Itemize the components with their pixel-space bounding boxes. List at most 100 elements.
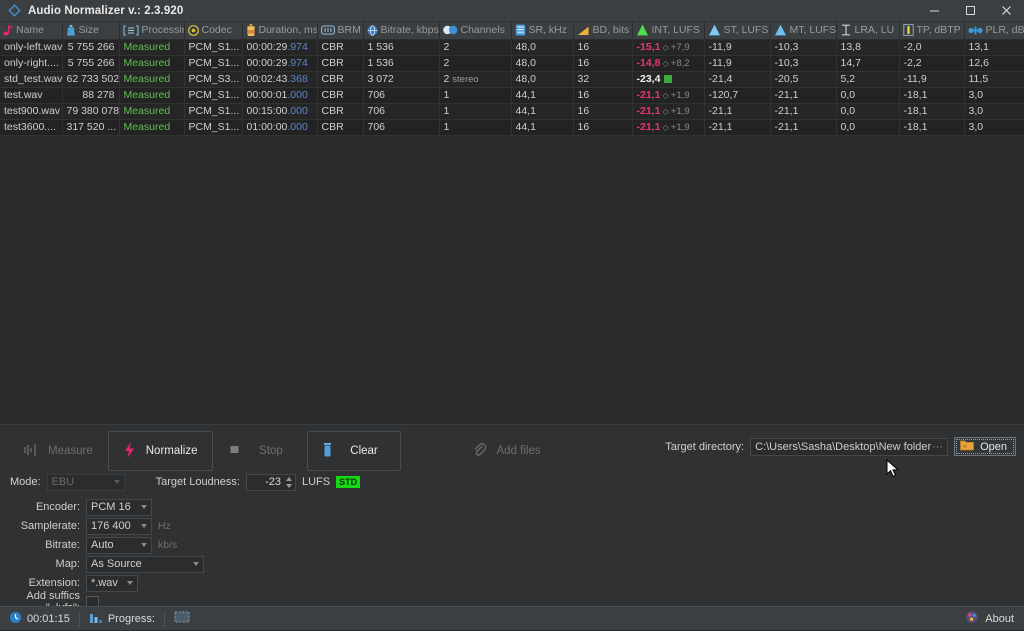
map-select[interactable]: As Source [86,556,204,573]
encoder-select[interactable]: PCM 16 [86,499,152,516]
column-header-int-lufs[interactable]: INT, LUFS [632,22,704,39]
add-files-button[interactable]: Add files [457,431,556,471]
duration-icon [246,24,256,36]
about-cell[interactable]: About [965,610,1024,627]
target-loudness-stepper[interactable]: -23 [246,474,296,491]
table-row[interactable]: test900.wav79 380 078MeasuredPCM_S1...00… [0,103,1024,119]
cell-lra: 0,0 [836,119,899,135]
cell-bd: 16 [573,55,632,71]
cell-brm: CBR [317,103,363,119]
cell-channels: 2 [439,39,511,55]
cell-mt-lufs: -10,3 [770,55,836,71]
column-header-size[interactable]: Size [62,22,119,39]
browse-ellipsis-button[interactable]: ··· [932,441,943,453]
cell-size: 62 733 502 [62,71,119,87]
extension-select[interactable]: *.wav [86,575,138,592]
table-row[interactable]: std_test.wav62 733 502MeasuredPCM_S3...0… [0,71,1024,87]
column-header-plr-db[interactable]: PLR, dB [964,22,1024,39]
stepper-up-icon[interactable] [286,477,292,481]
column-header-name[interactable]: Name [0,22,62,39]
cell-mt-lufs: -21,1 [770,103,836,119]
bitrate-select[interactable]: Auto [86,537,152,554]
column-header-lra-lu[interactable]: LRA, LU [836,22,899,39]
column-header-processing[interactable]: Processing [119,22,184,39]
mode-label: Mode: [10,476,41,488]
stop-button[interactable]: Stop [213,431,307,471]
diamond-icon [8,4,21,17]
column-header-label: Duration, ms [259,24,318,36]
table-row[interactable]: test.wav88 278MeasuredPCM_S1...00:00:01.… [0,87,1024,103]
bitrate-value: Auto [91,539,114,551]
cell-bitrate: 3 072 [363,71,439,87]
cell-sr: 48,0 [511,39,573,55]
elapsed-time-cell: 00:01:15 [0,607,79,631]
measure-button[interactable]: Measure [8,431,108,471]
cell-codec: PCM_S1... [184,39,242,55]
column-header-channels[interactable]: Channels [439,22,511,39]
target-directory-input[interactable]: C:\Users\Sasha\Desktop\New folder ··· [750,438,948,456]
column-header-mt-lufs[interactable]: MT, LUFS [770,22,836,39]
add-files-label: Add files [497,445,541,457]
cell-mt-lufs: -20,5 [770,71,836,87]
stepper-down-icon[interactable] [286,484,292,488]
trash-icon [322,442,333,461]
elapsed-time: 00:01:15 [27,613,70,625]
cell-plr: 11,5 [964,71,1024,87]
plr-icon [968,25,983,36]
cell-plr: 3,0 [964,103,1024,119]
bitrate-icon [367,25,378,36]
table-row[interactable]: only-right....5 755 266MeasuredPCM_S1...… [0,55,1024,71]
cell-name: only-right.... [0,55,62,71]
chevron-down-icon [141,505,147,509]
mt-icon [774,24,787,36]
column-header-duration-ms[interactable]: Duration, ms [242,22,317,39]
cell-sr: 44,1 [511,119,573,135]
cell-lra: 5,2 [836,71,899,87]
mode-value: EBU [52,476,75,488]
empty-list-area [0,136,1024,426]
table-row[interactable]: test3600....317 520 ...MeasuredPCM_S1...… [0,119,1024,135]
clear-button[interactable]: Clear [307,431,401,471]
cell-codec: PCM_S1... [184,103,242,119]
folder-icon [960,439,974,454]
column-header-tp-dbtp[interactable]: TP, dBTP [899,22,964,39]
minimize-button[interactable] [916,0,952,22]
cell-int-lufs: -21,1 ◇+1,9 [632,87,704,103]
cell-int-lufs: -21,1 ◇+1,9 [632,119,704,135]
cell-size: 88 278 [62,87,119,103]
column-header-sr-khz[interactable]: SR, kHz [511,22,573,39]
cell-brm: CBR [317,71,363,87]
column-header-codec[interactable]: Codec [184,22,242,39]
open-button[interactable]: Open [954,437,1016,456]
normalize-button[interactable]: Normalize [108,431,213,471]
cell-name: only-left.wav [0,39,62,55]
column-header-bitrate-kbps[interactable]: Bitrate, kbps [363,22,439,39]
chevron-down-icon [141,543,147,547]
column-header-bd-bits[interactable]: BD, bits [573,22,632,39]
cell-lra: 14,7 [836,55,899,71]
cell-st-lufs: -21,4 [704,71,770,87]
column-header-label: BRM [338,24,361,36]
samplerate-select[interactable]: 176 400 [86,518,152,535]
column-header-st-lufs[interactable]: ST, LUFS [704,22,770,39]
waveform-icon [23,443,38,460]
maximize-button[interactable] [952,0,988,22]
mode-select[interactable]: EBU [47,474,125,491]
cell-duration: 01:00:00.000 [242,119,317,135]
about-label: About [985,613,1014,625]
cell-codec: PCM_S1... [184,87,242,103]
column-header-brm[interactable]: BRM [317,22,363,39]
clear-label: Clear [343,445,386,457]
cell-brm: CBR [317,55,363,71]
cell-duration: 00:15:00.000 [242,103,317,119]
cell-tp: -11,9 [899,71,964,87]
close-button[interactable] [988,0,1024,22]
column-header-label: Channels [461,24,505,36]
table-row[interactable]: only-left.wav5 755 266MeasuredPCM_S1...0… [0,39,1024,55]
cell-name: test.wav [0,87,62,103]
column-header-label: BD, bits [593,24,630,36]
cell-size: 5 755 266 [62,39,119,55]
cell-processing: Measured [119,103,184,119]
cell-plr: 12,6 [964,55,1024,71]
title-bar: Audio Normalizer v.: 2.3.920 [0,0,1024,22]
